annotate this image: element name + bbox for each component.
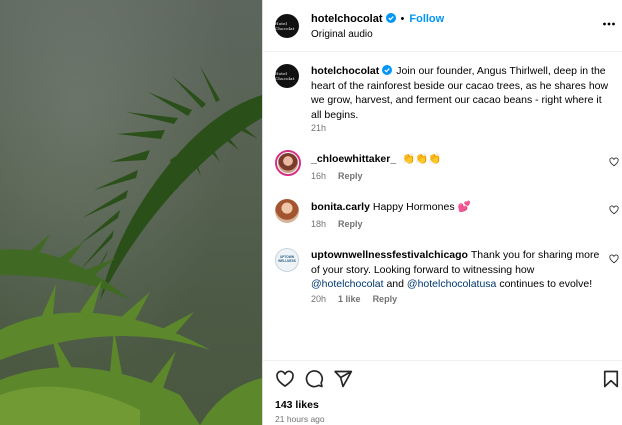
comment-time[interactable]: 18h xyxy=(311,219,326,229)
save-icon[interactable] xyxy=(601,369,621,389)
reply-button[interactable]: Reply xyxy=(338,219,363,229)
post-actions-bar: 143 likes 21 hours ago xyxy=(263,360,622,425)
post-author-line: hotelchocolat • Follow xyxy=(311,13,444,25)
comment-likes[interactable]: 1 like xyxy=(338,294,361,304)
comment-icon[interactable] xyxy=(304,369,324,389)
comment-username[interactable]: bonita.carly xyxy=(311,201,370,213)
comment-text: bonita.carly Happy Hormones 💕 xyxy=(311,200,591,215)
avatar-logo-text: Hotel Chocolat xyxy=(275,21,295,31)
caption-time[interactable]: 21h xyxy=(311,123,326,133)
post-header: Hotel Chocolat hotelchocolat • Follow Orig… xyxy=(263,0,622,52)
heart-icon[interactable] xyxy=(609,254,619,264)
caption-username[interactable]: hotelchocolat xyxy=(311,65,379,77)
mention-link[interactable]: @hotelchocolat xyxy=(311,278,384,290)
follow-button[interactable]: Follow xyxy=(409,13,444,25)
commenter-avatar[interactable] xyxy=(275,150,301,176)
commenter-avatar[interactable] xyxy=(275,199,299,223)
comment-meta: 16h Reply xyxy=(311,171,363,181)
comment-body-end: continues to evolve! xyxy=(499,278,593,290)
heart-icon[interactable] xyxy=(275,369,295,389)
heart-icon[interactable] xyxy=(609,157,619,167)
comment-meta: 18h Reply xyxy=(311,219,363,229)
comment-time[interactable]: 20h xyxy=(311,294,326,304)
mention-link[interactable]: @hotelchocolatusa xyxy=(407,278,496,290)
commenter-avatar[interactable]: UPTOWN WELLNESS xyxy=(275,248,299,272)
post-details-panel: Hotel Chocolat hotelchocolat • Follow Orig… xyxy=(262,0,622,425)
comment-username[interactable]: _chloewhittaker_ xyxy=(311,153,396,165)
reply-button[interactable]: Reply xyxy=(373,294,398,304)
audio-label[interactable]: Original audio xyxy=(311,29,373,40)
more-options-icon[interactable] xyxy=(603,18,615,26)
author-username[interactable]: hotelchocolat xyxy=(311,13,383,25)
verified-badge-icon xyxy=(385,13,396,23)
author-avatar[interactable]: Hotel Chocolat xyxy=(275,14,299,38)
comment-body-connector: and xyxy=(386,278,404,290)
heart-icon[interactable] xyxy=(609,205,619,215)
separator-dot: • xyxy=(400,13,405,25)
post-timestamp[interactable]: 21 hours ago xyxy=(275,414,325,424)
comment-text: uptownwellnessfestivalchicago Thank you … xyxy=(311,248,609,292)
comment-meta: 20h 1 like Reply xyxy=(311,294,397,304)
share-icon[interactable] xyxy=(333,369,353,389)
comment-body: Happy Hormones 💕 xyxy=(372,201,471,213)
comment-time[interactable]: 16h xyxy=(311,171,326,181)
palm-leaves-image xyxy=(0,66,262,425)
avatar-logo-text: UPTOWN WELLNESS xyxy=(278,255,296,263)
comment-body: 👏👏👏 xyxy=(402,153,442,165)
caption-text: hotelchocolat Join our founder, Angus Thi… xyxy=(311,64,609,122)
comment-username[interactable]: uptownwellnessfestivalchicago xyxy=(311,249,468,261)
reel-video[interactable] xyxy=(0,0,262,425)
comment-text: _chloewhittaker_ 👏👏👏 xyxy=(311,152,591,167)
likes-count[interactable]: 143 likes xyxy=(275,399,319,411)
reply-button[interactable]: Reply xyxy=(338,171,363,181)
caption-avatar[interactable]: Hotel Chocolat xyxy=(275,64,299,88)
verified-badge-icon xyxy=(382,65,393,75)
comments-list: Hotel Chocolat hotelchocolat Join our fou… xyxy=(263,52,622,360)
avatar-logo-text: Hotel Chocolat xyxy=(275,71,295,81)
